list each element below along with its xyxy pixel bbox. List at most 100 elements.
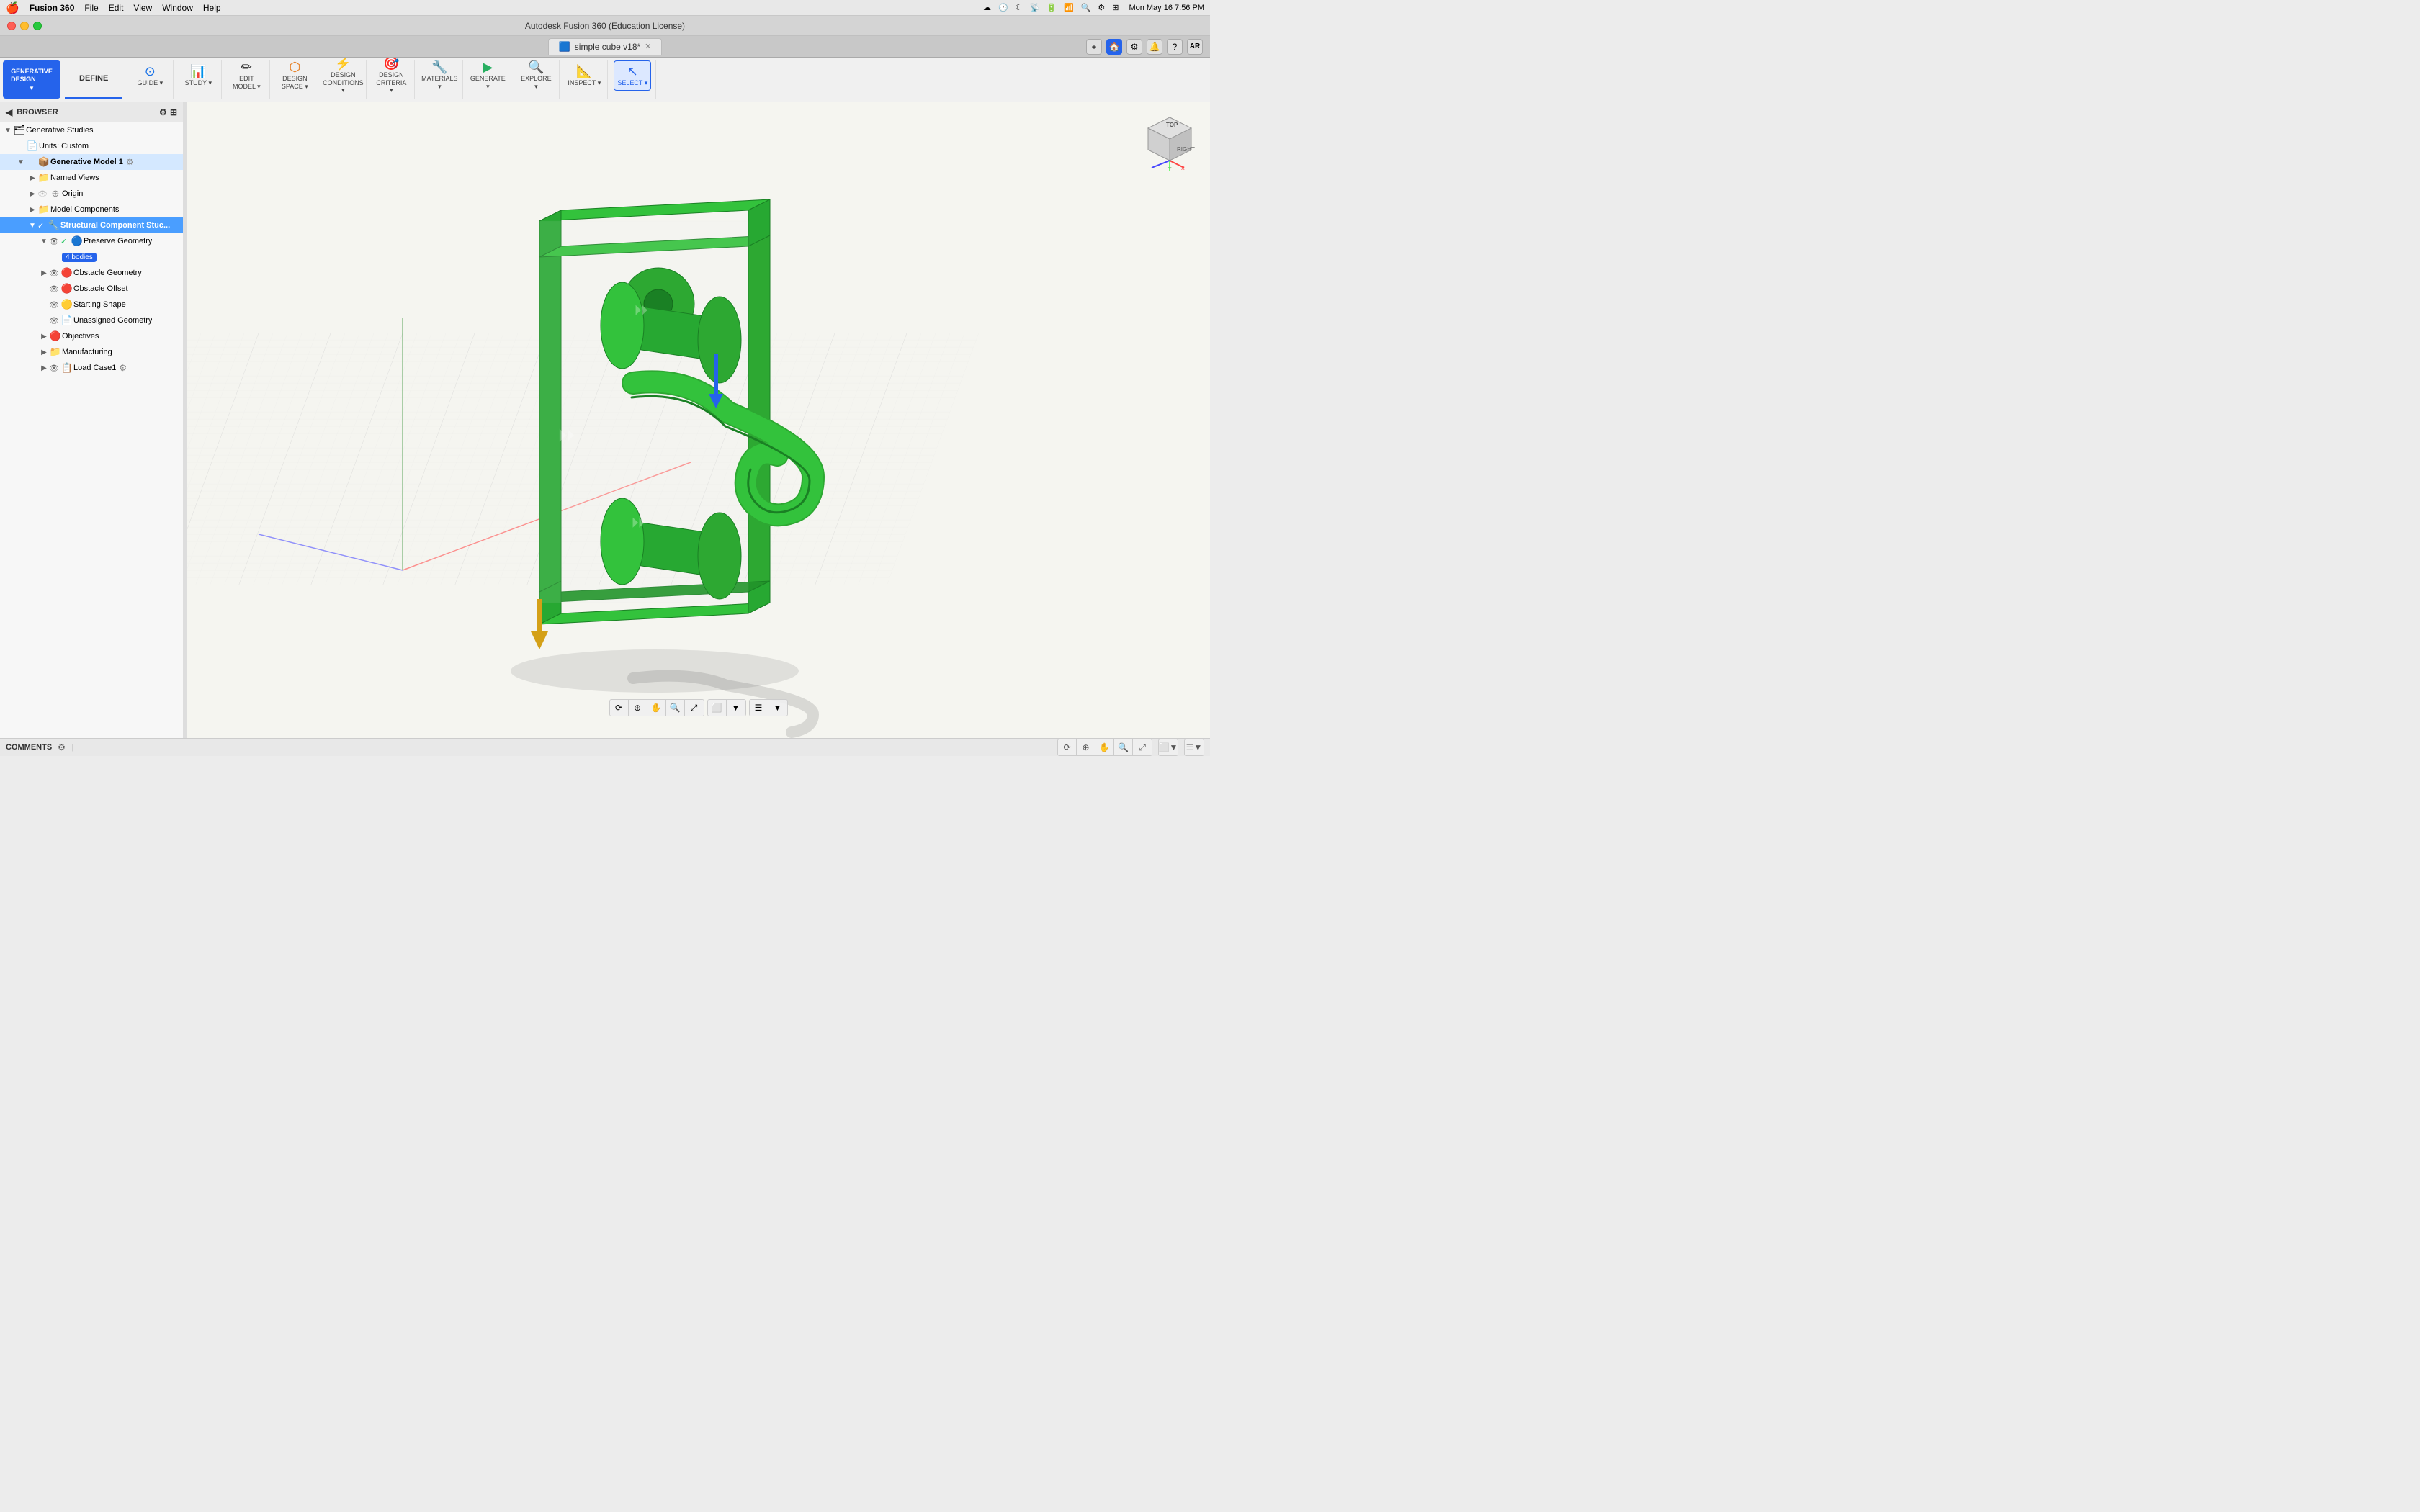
svg-text:X: X	[1181, 166, 1185, 171]
close-button[interactable]	[7, 22, 16, 30]
explore-button[interactable]: 🔍 EXPLORE ▾	[517, 60, 555, 91]
generate-button[interactable]: ▶ GENERATE ▾	[469, 60, 506, 91]
toolbar-group-guide: ⊙ GUIDE ▾	[127, 60, 174, 99]
expand-origin[interactable]: ▶	[27, 190, 37, 198]
home-button[interactable]: 🏠	[1106, 39, 1122, 55]
tree-item-generative-model-1[interactable]: ▼ 📦 Generative Model 1 ⚙	[0, 154, 183, 170]
orbit-button[interactable]: ⟳	[610, 700, 629, 716]
design-space-label: DESIGN SPACE ▾	[277, 75, 312, 91]
tree-item-structural-component[interactable]: ▼ ✓ 🔧 Structural Component Stuc...	[0, 217, 183, 233]
edit-model-label: EDIT MODEL ▾	[229, 75, 264, 91]
zoom-extents-button[interactable]: ⤢	[685, 700, 704, 716]
menu-fusion360[interactable]: Fusion 360	[30, 3, 75, 13]
eye-icon-obstacle-offset[interactable]: 👁	[49, 284, 60, 294]
navigation-cube[interactable]: TOP RIGHT X Y	[1141, 114, 1198, 171]
viewport-toolbar: ⟳ ⊕ ✋ 🔍 ⤢ ⬜ ▼ ☰ ▼	[609, 699, 788, 716]
eye-icon-load-case[interactable]: 👁	[49, 364, 60, 373]
new-tab-button[interactable]: +	[1086, 39, 1102, 55]
tree-item-generative-studies[interactable]: ▼ 🗂 Generative Studies	[0, 122, 183, 138]
preserve-icon: 🔵	[71, 235, 84, 247]
inspect-button[interactable]: 📐 INSPECT ▾	[565, 60, 603, 91]
minimize-button[interactable]	[20, 22, 29, 30]
expand-model-components[interactable]: ▶	[27, 206, 37, 214]
apple-menu[interactable]: 🍎	[6, 1, 19, 14]
eye-icon-starting-shape[interactable]: 👁	[49, 300, 60, 310]
notification-icon[interactable]: ⊞	[1112, 3, 1119, 12]
3d-viewport[interactable]: ⏵⏵ ⏵⏵ ⏵⏵ TOP RIGHT X Y	[187, 102, 1210, 738]
tree-item-objectives[interactable]: ▶ 🔴 Objectives	[0, 328, 183, 344]
help-button[interactable]: ?	[1167, 39, 1183, 55]
orbit-tool-status[interactable]: ⟳	[1058, 739, 1077, 755]
zoom-tool-status[interactable]: 🔍	[1114, 739, 1133, 755]
viewport-grid: ⏵⏵ ⏵⏵ ⏵⏵	[187, 102, 1210, 738]
eye-icon-preserve[interactable]: 👁	[49, 237, 60, 246]
notifications-button[interactable]: 🔔	[1147, 39, 1162, 55]
magnify-tool-status[interactable]: ⤢	[1133, 739, 1152, 755]
menu-edit[interactable]: Edit	[109, 3, 124, 13]
tree-item-model-components[interactable]: ▶ 📁 Model Components	[0, 202, 183, 217]
menu-help[interactable]: Help	[203, 3, 221, 13]
generative-design-button[interactable]: GENERATIVEDESIGN ▼	[3, 60, 60, 99]
fullscreen-button[interactable]	[33, 22, 42, 30]
settings-button[interactable]: ⚙	[1126, 39, 1142, 55]
tree-item-origin[interactable]: ▶ 👁 ⊕ Origin	[0, 186, 183, 202]
fit-button[interactable]: 🔍	[666, 700, 685, 716]
expand-icon[interactable]: ▼	[3, 127, 13, 135]
tree-item-manufacturing[interactable]: ▶ 📁 Manufacturing	[0, 344, 183, 360]
tab-close-button[interactable]: ✕	[645, 42, 651, 51]
zoom-button[interactable]: ✋	[647, 700, 666, 716]
eye-icon-origin[interactable]: 👁	[37, 189, 49, 199]
study-button[interactable]: 📊 STUDY ▾	[179, 60, 217, 91]
document-tab[interactable]: 🟦 simple cube v18* ✕	[548, 38, 663, 55]
guide-button[interactable]: ⊙ GUIDE ▾	[131, 60, 169, 91]
menu-view[interactable]: View	[133, 3, 152, 13]
expand-objectives[interactable]: ▶	[39, 333, 49, 341]
display-mode-status[interactable]: ⬜▼	[1159, 739, 1178, 755]
define-tab[interactable]: DEFINE	[65, 60, 122, 99]
expand-preserve[interactable]: ▼	[39, 238, 49, 246]
profile-button[interactable]: AR	[1187, 39, 1203, 55]
tree-item-obstacle-geometry[interactable]: ▶ 👁 🔴 Obstacle Geometry	[0, 265, 183, 281]
tree-item-load-case-1[interactable]: ▶ 👁 📋 Load Case1 ⚙	[0, 360, 183, 376]
expand-structural[interactable]: ▼	[27, 222, 37, 230]
environment-arrow-button[interactable]: ▼	[768, 700, 787, 716]
settings-icon-statusbar[interactable]: ⚙	[58, 742, 66, 752]
tree-item-starting-shape[interactable]: 👁 🟡 Starting Shape	[0, 297, 183, 312]
tree-item-preserve-geometry[interactable]: ▼ 👁 ✓ 🔵 Preserve Geometry	[0, 233, 183, 249]
search-icon[interactable]: 🔍	[1081, 3, 1091, 12]
design-criteria-button[interactable]: 🎯 DESIGN CRITERIA ▾	[372, 60, 410, 91]
display-mode-button[interactable]: ⬜	[708, 700, 727, 716]
expand-gen-model[interactable]: ▼	[16, 158, 26, 166]
environment-status[interactable]: ☰▼	[1185, 739, 1204, 755]
select-button[interactable]: ↖ SELECT ▾	[614, 60, 651, 91]
tree-item-unassigned-geometry[interactable]: 👁 📄 Unassigned Geometry	[0, 312, 183, 328]
menu-file[interactable]: File	[84, 3, 98, 13]
expand-obstacle[interactable]: ▶	[39, 269, 49, 277]
control-center-icon[interactable]: ⚙	[1098, 3, 1105, 12]
inspect-label: INSPECT ▾	[568, 79, 601, 87]
design-space-button[interactable]: ⬡ DESIGN SPACE ▾	[276, 60, 313, 91]
hand-tool-status[interactable]: ✋	[1095, 739, 1114, 755]
model-components-icon: 📁	[37, 204, 50, 215]
sidebar-settings-icon[interactable]: ⚙	[159, 107, 167, 117]
browser-tree: ▼ 🗂 Generative Studies 📄 Units: Custom ▼…	[0, 122, 183, 738]
tree-item-named-views[interactable]: ▶ 📁 Named Views	[0, 170, 183, 186]
materials-button[interactable]: 🔧 MATERIALS ▾	[421, 60, 458, 91]
pan-button[interactable]: ⊕	[629, 700, 647, 716]
pan-tool-status[interactable]: ⊕	[1077, 739, 1095, 755]
design-conditions-button[interactable]: ⚡ DESIGN CONDITIONS ▾	[324, 60, 362, 91]
menu-window[interactable]: Window	[162, 3, 193, 13]
expand-named-views[interactable]: ▶	[27, 174, 37, 182]
environment-button[interactable]: ☰	[750, 700, 768, 716]
display-arrow-button[interactable]: ▼	[727, 700, 745, 716]
edit-model-button[interactable]: ✏ EDIT MODEL ▾	[228, 60, 265, 91]
sidebar-resize-icon[interactable]: ⊞	[170, 107, 177, 117]
tree-item-obstacle-offset[interactable]: 👁 🔴 Obstacle Offset	[0, 281, 183, 297]
expand-load-case[interactable]: ▶	[39, 364, 49, 372]
tree-label-unassigned: Unassigned Geometry	[73, 316, 152, 325]
eye-icon-obstacle[interactable]: 👁	[49, 269, 60, 278]
browser-collapse-icon[interactable]: ◀	[6, 107, 12, 117]
tree-item-4bodies[interactable]: 4 bodies	[0, 249, 183, 265]
expand-manufacturing[interactable]: ▶	[39, 348, 49, 356]
eye-icon-unassigned[interactable]: 👁	[49, 316, 60, 325]
